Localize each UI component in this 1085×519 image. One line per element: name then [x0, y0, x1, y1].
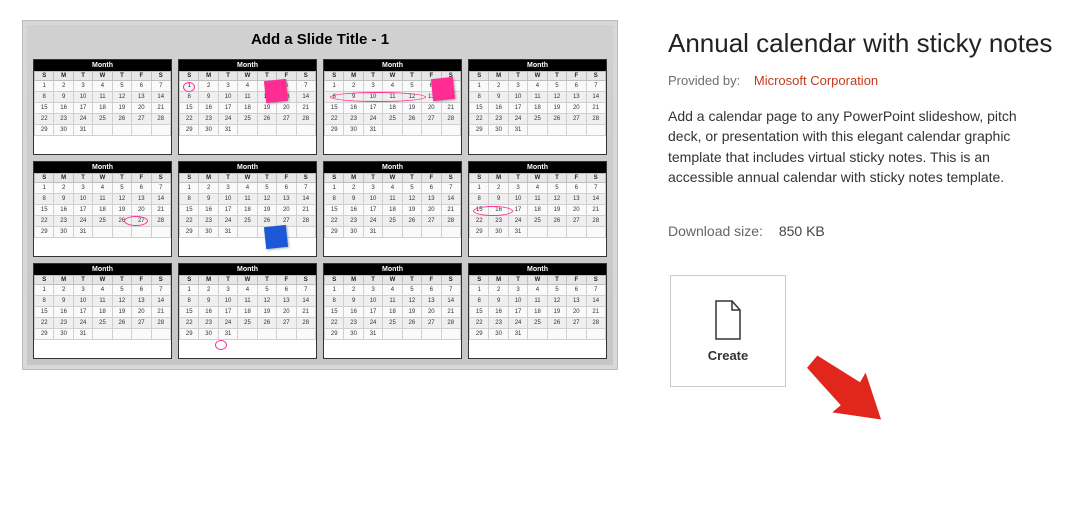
mini-calendar: MonthSMTWTFS1234567891011121314151617181… [33, 161, 172, 257]
template-details: Annual calendar with sticky notes Provid… [668, 20, 1065, 387]
calendar-table: SMTWTFS123456789101112131415161718192021… [324, 173, 461, 238]
month-label: Month [324, 60, 461, 71]
month-label: Month [469, 60, 606, 71]
highlight-circle [473, 206, 513, 216]
highlight-circle [215, 340, 227, 350]
template-preview: Add a Slide Title - 1 MonthSMTWTFS123456… [22, 20, 618, 370]
mini-calendar: MonthSMTWTFS1234567891011121314151617181… [468, 59, 607, 155]
template-description: Add a calendar page to any PowerPoint sl… [668, 106, 1048, 187]
mini-calendar: MonthSMTWTFS1234567891011121314151617181… [468, 263, 607, 359]
calendar-table: SMTWTFS123456789101112131415161718192021… [179, 275, 316, 340]
calendar-table: SMTWTFS123456789101112131415161718192021… [34, 173, 171, 238]
calendar-table: SMTWTFS123456789101112131415161718192021… [179, 71, 316, 136]
month-label: Month [179, 264, 316, 275]
mini-calendar: MonthSMTWTFS1234567891011121314151617181… [323, 263, 462, 359]
provided-by-row: Provided by: Microsoft Corporation [668, 73, 1065, 88]
calendar-table: SMTWTFS123456789101112131415161718192021… [324, 275, 461, 340]
mini-calendar: MonthSMTWTFS1234567891011121314151617181… [178, 161, 317, 257]
month-label: Month [34, 264, 171, 275]
template-title: Annual calendar with sticky notes [668, 28, 1065, 59]
mini-calendar: MonthSMTWTFS1234567891011121314151617181… [323, 59, 462, 155]
sticky-note [431, 77, 455, 101]
mini-calendar: MonthSMTWTFS1234567891011121314151617181… [33, 263, 172, 359]
slide-title: Add a Slide Title - 1 [27, 31, 613, 48]
download-size-label: Download size: [668, 223, 763, 239]
month-label: Month [34, 60, 171, 71]
calendar-table: SMTWTFS123456789101112131415161718192021… [34, 275, 171, 340]
month-label: Month [469, 162, 606, 173]
calendar-grid: MonthSMTWTFS1234567891011121314151617181… [33, 59, 607, 359]
highlight-circle [183, 82, 195, 92]
mini-calendar: MonthSMTWTFS1234567891011121314151617181… [178, 263, 317, 359]
highlight-circle [124, 216, 148, 226]
calendar-table: SMTWTFS123456789101112131415161718192021… [179, 173, 316, 238]
mini-calendar: MonthSMTWTFS1234567891011121314151617181… [323, 161, 462, 257]
mini-calendar: MonthSMTWTFS1234567891011121314151617181… [33, 59, 172, 155]
create-button[interactable]: Create [670, 275, 786, 387]
month-label: Month [469, 264, 606, 275]
month-label: Month [324, 264, 461, 275]
sticky-note [264, 79, 288, 103]
month-label: Month [179, 60, 316, 71]
month-label: Month [179, 162, 316, 173]
document-icon [712, 300, 744, 340]
highlight-circle [330, 92, 426, 102]
month-label: Month [34, 162, 171, 173]
month-label: Month [324, 162, 461, 173]
calendar-table: SMTWTFS123456789101112131415161718192021… [469, 275, 606, 340]
download-size-row: Download size: 850 KB [668, 223, 1065, 239]
sticky-note [264, 225, 288, 249]
calendar-table: SMTWTFS123456789101112131415161718192021… [34, 71, 171, 136]
mini-calendar: MonthSMTWTFS1234567891011121314151617181… [178, 59, 317, 155]
calendar-table: SMTWTFS123456789101112131415161718192021… [469, 71, 606, 136]
provided-by-label: Provided by: [668, 73, 740, 88]
provider-link[interactable]: Microsoft Corporation [754, 73, 878, 88]
mini-calendar: MonthSMTWTFS1234567891011121314151617181… [468, 161, 607, 257]
download-size-value: 850 KB [779, 223, 825, 239]
create-button-label: Create [708, 348, 748, 363]
